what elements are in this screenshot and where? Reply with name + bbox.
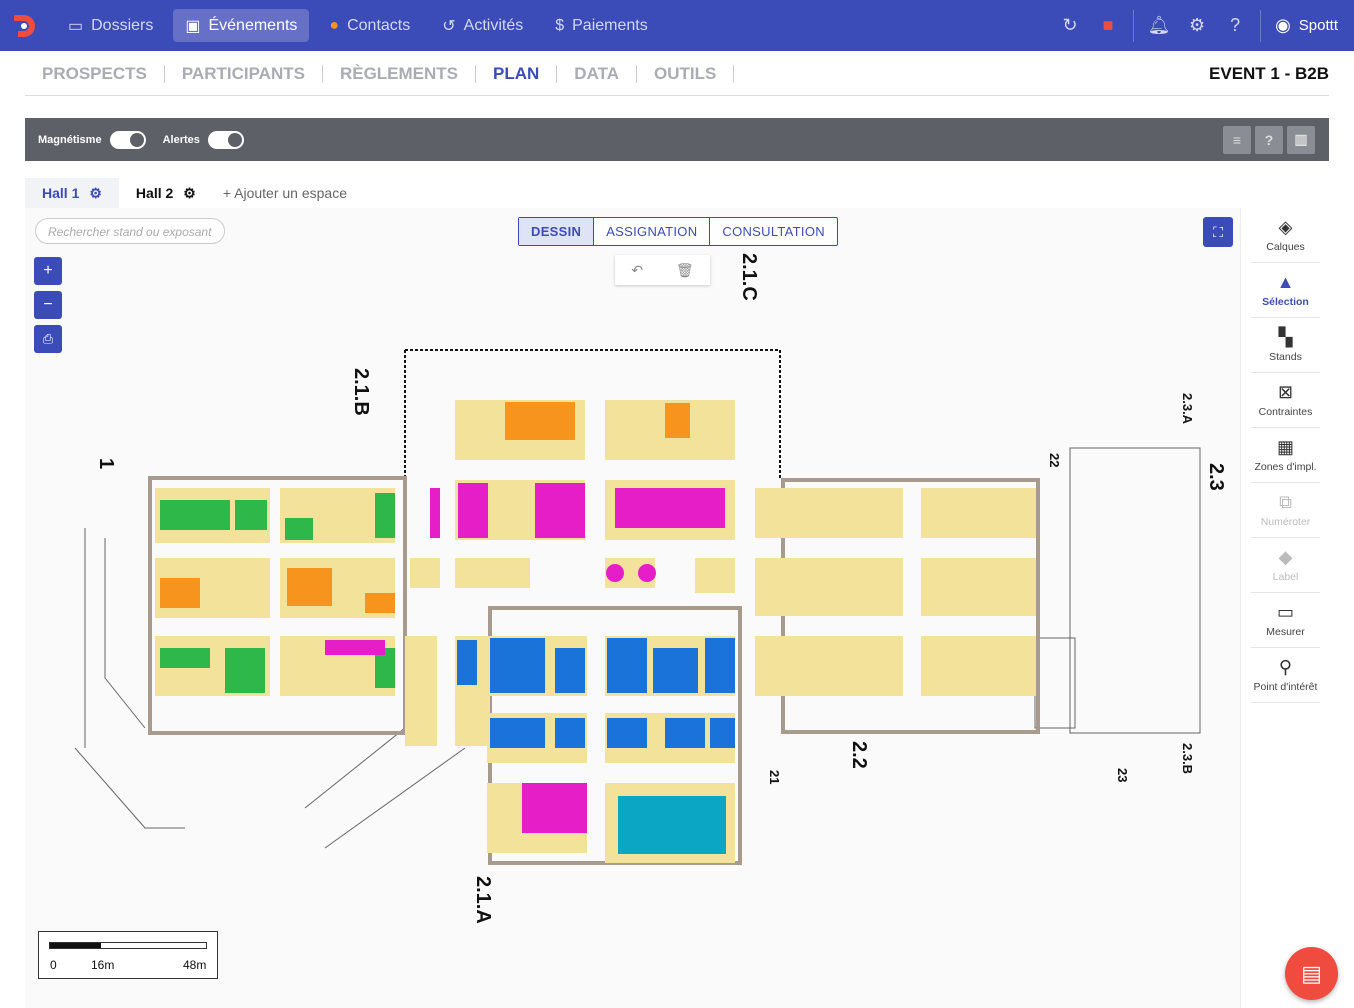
tag-icon: ◆ bbox=[1278, 546, 1293, 567]
tool-contraintes[interactable]: ⊠ Contraintes bbox=[1251, 373, 1320, 428]
bell-icon[interactable]: 🔔︎ bbox=[1140, 15, 1178, 36]
hall-label-2-1-c: 2.1.C bbox=[738, 253, 760, 301]
contacts-icon: ● bbox=[329, 16, 340, 34]
nav-activites[interactable]: ↺ Activités bbox=[430, 9, 535, 42]
magnetism-label: Magnétisme bbox=[38, 133, 102, 146]
print-button[interactable]: ⎙ bbox=[34, 325, 62, 353]
hall-label-1: 1 bbox=[95, 458, 117, 469]
user-menu[interactable]: ◉ Spottt bbox=[1275, 15, 1338, 36]
nav-contacts[interactable]: ● Contacts bbox=[317, 9, 422, 42]
tool-point-interet[interactable]: ⚲ Point d'intérêt bbox=[1251, 648, 1320, 703]
magnetism-toggle[interactable] bbox=[109, 130, 146, 149]
dollar-icon: $ bbox=[555, 16, 565, 34]
hall-label-22: 22 bbox=[1047, 453, 1062, 467]
gear-icon[interactable]: ⚙ bbox=[1178, 15, 1216, 36]
zoom-in-button[interactable]: + bbox=[34, 257, 62, 285]
hall-label-23: 23 bbox=[1115, 768, 1130, 782]
hall-label-2-3-b: 2.3.B bbox=[1180, 743, 1195, 774]
grid-icon: ▦ bbox=[1276, 436, 1294, 457]
mode-dessin[interactable]: DESSIN bbox=[519, 218, 595, 245]
tool-numeroter[interactable]: ⧉ Numéroter bbox=[1251, 483, 1320, 538]
tab-hall-1[interactable]: Hall 1 ⚙ bbox=[25, 178, 119, 208]
tools-sidebar: ◈ Calques ▲ Sélection ▚ Stands ⊠ Contraintes… bbox=[1240, 208, 1330, 1008]
tool-label[interactable]: ◆ Label bbox=[1251, 538, 1320, 593]
mode-switcher: DESSIN ASSIGNATION CONSULTATION bbox=[518, 217, 838, 246]
hall-tabs: Hall 1 ⚙ Hall 2 ⚙ + Ajouter un espace bbox=[25, 178, 347, 208]
grid-off-icon: ⊠ bbox=[1277, 381, 1294, 402]
numbering-icon: ⧉ bbox=[1279, 491, 1292, 512]
chat-icon: ▤ bbox=[1301, 961, 1322, 986]
help-icon[interactable]: ? bbox=[1216, 15, 1254, 36]
mode-assignation[interactable]: ASSIGNATION bbox=[594, 218, 711, 245]
fullscreen-button[interactable]: ⛶ bbox=[1203, 217, 1233, 247]
plan-canvas[interactable]: 2.1.B 2.1.C 2.1.A 2.2 2.3 2.3.A 2.3.B 1 … bbox=[25, 208, 1240, 1008]
divider bbox=[1260, 9, 1262, 42]
hall-label-2-3-a: 2.3.A bbox=[1180, 393, 1195, 425]
search-stand-input[interactable]: Rechercher stand ou exposant bbox=[35, 218, 225, 244]
tool-selection[interactable]: ▲ Sélection bbox=[1251, 263, 1320, 318]
hall-label-2-2: 2.2 bbox=[848, 741, 870, 769]
help-button[interactable]: ? bbox=[1255, 125, 1283, 154]
map-button[interactable]: ▥ bbox=[1287, 125, 1315, 154]
layers-icon: ◈ bbox=[1278, 216, 1293, 237]
history-icon: ↺ bbox=[442, 17, 456, 35]
top-navbar: ▭ Dossiers ▣ Événements ● Contacts ↺ Activit… bbox=[0, 0, 1354, 51]
add-space-button[interactable]: + Ajouter un espace bbox=[223, 185, 347, 201]
event-title: EVENT 1 - B2B bbox=[1209, 63, 1329, 83]
hall-label-21: 21 bbox=[767, 770, 782, 784]
alerts-label: Alertes bbox=[162, 133, 200, 146]
nav-paiements[interactable]: $ Paiements bbox=[543, 9, 660, 42]
tool-mesurer[interactable]: ▭ Mesurer bbox=[1251, 593, 1320, 648]
dashboard-icon: ▚ bbox=[1278, 326, 1293, 347]
plan-toolbar: Magnétisme Alertes ≡ ? ▥ bbox=[25, 118, 1329, 161]
folder-icon: ▭ bbox=[68, 17, 84, 35]
hall-label-2-1-a: 2.1.A bbox=[472, 876, 494, 924]
tab-participants[interactable]: PARTICIPANTS bbox=[165, 64, 323, 83]
tab-data[interactable]: DATA bbox=[557, 64, 637, 83]
navigation-arrow-icon: ▲ bbox=[1276, 271, 1295, 292]
hall-label-2-1-b: 2.1.B bbox=[350, 368, 372, 416]
tool-stands[interactable]: ▚ Stands bbox=[1251, 318, 1320, 373]
tab-reglements[interactable]: RÈGLEMENTS bbox=[323, 64, 477, 83]
save-icon[interactable]: ■ bbox=[1089, 15, 1127, 36]
undo-icon[interactable]: ↶ bbox=[631, 262, 643, 279]
hall-label-2-3: 2.3 bbox=[1205, 463, 1227, 491]
map-pin-icon: ⚲ bbox=[1278, 656, 1293, 677]
tab-prospects[interactable]: PROSPECTS bbox=[25, 64, 165, 83]
alerts-toggle[interactable] bbox=[207, 130, 244, 149]
filter-button[interactable]: ≡ bbox=[1223, 125, 1251, 154]
zoom-out-button[interactable]: − bbox=[34, 291, 62, 319]
scale-track bbox=[49, 942, 207, 949]
calendar-icon: ▣ bbox=[185, 17, 201, 35]
refresh-icon[interactable]: ↻ bbox=[1051, 15, 1089, 36]
scale-bar: 0 16m 48m bbox=[38, 931, 218, 979]
account-icon: ◉ bbox=[1275, 15, 1291, 35]
tool-calques[interactable]: ◈ Calques bbox=[1251, 208, 1320, 263]
nav-evenements[interactable]: ▣ Événements bbox=[173, 9, 310, 42]
ruler-icon: ▭ bbox=[1276, 601, 1294, 622]
tab-plan[interactable]: PLAN bbox=[476, 64, 558, 83]
tab-hall-2[interactable]: Hall 2 ⚙ bbox=[119, 178, 213, 208]
gear-icon[interactable]: ⚙ bbox=[89, 185, 102, 202]
chat-button[interactable]: ▤ bbox=[1285, 947, 1338, 1000]
app-logo[interactable] bbox=[10, 12, 38, 40]
edit-actions: ↶ 🗑︎ bbox=[615, 255, 710, 285]
tool-zones[interactable]: ▦ Zones d'impl. bbox=[1251, 428, 1320, 483]
divider bbox=[1133, 9, 1135, 42]
nav-dossiers[interactable]: ▭ Dossiers bbox=[56, 9, 165, 42]
trash-icon[interactable]: 🗑︎ bbox=[676, 262, 694, 279]
gear-icon[interactable]: ⚙ bbox=[183, 185, 196, 202]
floor-plan[interactable]: 2.1.B 2.1.C 2.1.A 2.2 2.3 2.3.A 2.3.B 1 … bbox=[25, 208, 1240, 1008]
mode-consultation[interactable]: CONSULTATION bbox=[710, 218, 837, 245]
tab-outils[interactable]: OUTILS bbox=[637, 64, 735, 83]
event-subnav: PROSPECTS PARTICIPANTS RÈGLEMENTS PLAN D… bbox=[25, 52, 1329, 96]
